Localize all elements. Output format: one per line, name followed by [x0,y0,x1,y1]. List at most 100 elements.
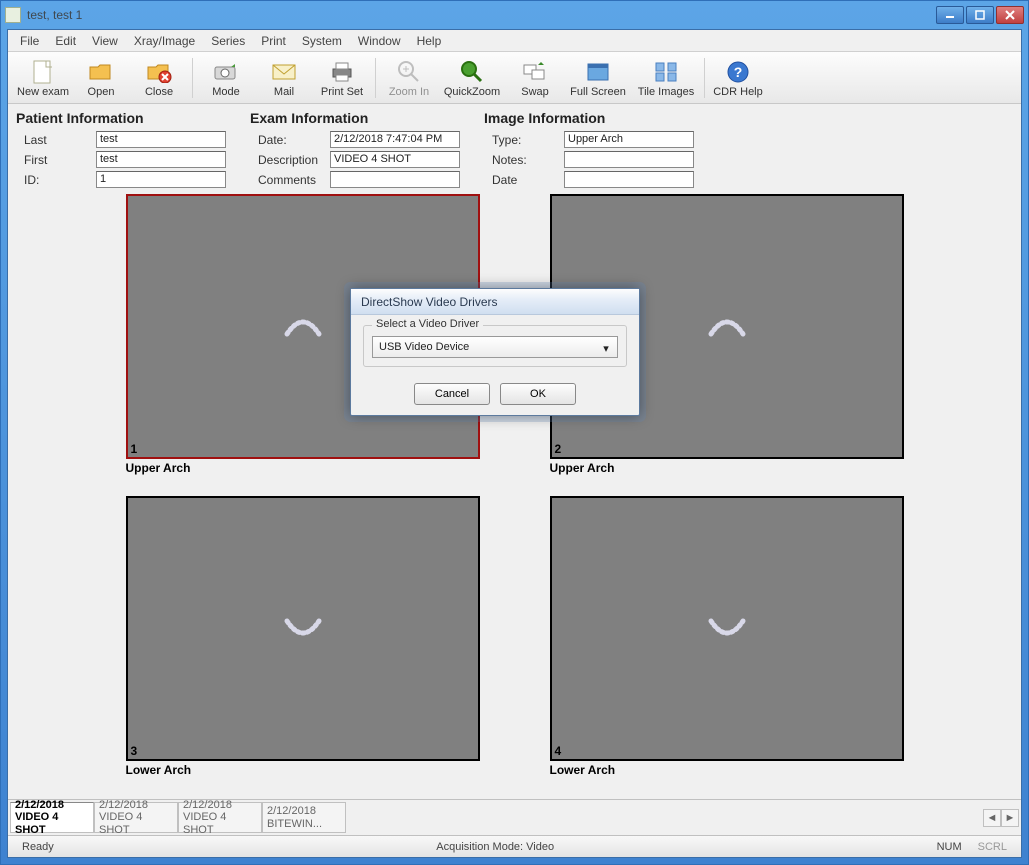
image-title: Image Information [484,110,694,126]
patient-title: Patient Information [16,110,226,126]
toolbar-separator [375,58,376,98]
menu-edit[interactable]: Edit [47,32,84,50]
info-panels: Patient Information Lasttest Firsttest I… [8,104,1021,194]
exam-tabs: 2/12/2018 VIDEO 4 SHOT 2/12/2018 VIDEO 4… [8,799,1021,835]
status-ready: Ready [14,841,62,853]
mail-icon [271,59,297,85]
menu-file[interactable]: File [12,32,47,50]
full-screen-button[interactable]: Full Screen [564,55,632,101]
new-exam-label: New exam [17,86,69,98]
image-box-3[interactable]: 3 [126,496,480,761]
menu-window[interactable]: Window [350,32,409,50]
video-driver-combo[interactable]: USB Video Device ▾ [372,336,618,358]
box-number: 4 [555,744,562,758]
zoom-in-icon [396,59,422,85]
page-icon [30,59,56,85]
tab-next-button[interactable]: ► [1001,809,1019,827]
mode-button[interactable]: Mode [197,55,255,101]
full-screen-icon [585,59,611,85]
image-box-4[interactable]: 4 [550,496,904,761]
exam-desc-label: Description [250,153,330,167]
toolbar-separator [192,58,193,98]
driver-groupbox: Select a Video Driver USB Video Device ▾ [363,325,627,367]
menu-view[interactable]: View [84,32,126,50]
video-drivers-dialog: DirectShow Video Drivers Select a Video … [350,288,640,416]
image-notes-field[interactable] [564,151,694,168]
first-label: First [16,153,96,167]
app-icon [5,7,21,23]
cdr-help-label: CDR Help [713,86,763,98]
menu-help[interactable]: Help [409,32,450,50]
first-field[interactable]: test [96,151,226,168]
open-button[interactable]: Open [72,55,130,101]
image-caption: Lower Arch [550,761,904,779]
tab-name: VIDEO 4 SHOT [15,811,89,836]
id-field[interactable]: 1 [96,171,226,188]
last-field[interactable]: test [96,131,226,148]
status-scrl: SCRL [970,841,1015,853]
status-bar: Ready Acquisition Mode: Video NUM SCRL [8,835,1021,857]
menu-series[interactable]: Series [203,32,253,50]
exam-comments-field[interactable] [330,171,460,188]
tab-date: 2/12/2018 [15,799,89,812]
chevron-down-icon: ▾ [599,341,613,355]
maximize-button[interactable] [966,6,994,24]
group-legend: Select a Video Driver [372,318,483,330]
tab-2[interactable]: 2/12/2018 VIDEO 4 SHOT [178,802,262,833]
image-date-label: Date [484,173,564,187]
swap-icon [522,59,548,85]
menu-xrayimage[interactable]: Xray/Image [126,32,203,50]
close-button[interactable] [996,6,1024,24]
image-caption: Upper Arch [550,459,904,477]
swap-label: Swap [521,86,549,98]
status-num: NUM [929,841,970,853]
cdr-help-button[interactable]: ? CDR Help [709,55,767,101]
last-label: Last [16,133,96,147]
exam-panel: Exam Information Date:2/12/2018 7:47:04 … [250,110,460,190]
titlebar: test, test 1 [1,1,1028,29]
exam-comments-label: Comments [250,173,330,187]
quick-zoom-label: QuickZoom [444,86,500,98]
image-cell-3[interactable]: 3 Lower Arch [126,496,480,798]
folder-close-icon [146,59,172,85]
quick-zoom-button[interactable]: QuickZoom [438,55,506,101]
menu-bar: File Edit View Xray/Image Series Print S… [8,30,1021,52]
exam-date-label: Date: [250,133,330,147]
tab-3[interactable]: 2/12/2018 BITEWIN... [262,802,346,833]
box-number: 2 [555,442,562,456]
window-title: test, test 1 [27,8,936,22]
patient-panel: Patient Information Lasttest Firsttest I… [16,110,226,190]
tab-1[interactable]: 2/12/2018 VIDEO 4 SHOT [94,802,178,833]
tile-icon [653,59,679,85]
upper-arch-icon [283,314,323,340]
printer-icon [329,59,355,85]
close-label: Close [145,86,173,98]
exam-desc-field[interactable]: VIDEO 4 SHOT [330,151,460,168]
tab-prev-button[interactable]: ◄ [983,809,1001,827]
new-exam-button[interactable]: New exam [14,55,72,101]
tab-name: BITEWIN... [267,818,341,831]
tile-images-button[interactable]: Tile Images [632,55,700,101]
box-number: 3 [131,744,138,758]
image-cell-4[interactable]: 4 Lower Arch [550,496,904,798]
tab-date: 2/12/2018 [183,799,257,812]
tab-0[interactable]: 2/12/2018 VIDEO 4 SHOT [10,802,94,833]
zoom-in-button: Zoom In [380,55,438,101]
dialog-title[interactable]: DirectShow Video Drivers [351,289,639,315]
image-notes-label: Notes: [484,153,564,167]
image-date-field[interactable] [564,171,694,188]
ok-button[interactable]: OK [500,383,576,405]
menu-system[interactable]: System [294,32,350,50]
mail-button[interactable]: Mail [255,55,313,101]
minimize-button[interactable] [936,6,964,24]
swap-button[interactable]: Swap [506,55,564,101]
exam-date-field[interactable]: 2/12/2018 7:47:04 PM [330,131,460,148]
lower-arch-icon [707,615,747,641]
close-button-tool[interactable]: Close [130,55,188,101]
print-set-button[interactable]: Print Set [313,55,371,101]
toolbar-separator [704,58,705,98]
menu-print[interactable]: Print [253,32,294,50]
image-type-field[interactable]: Upper Arch [564,131,694,148]
cancel-button[interactable]: Cancel [414,383,490,405]
folder-open-icon [88,59,114,85]
